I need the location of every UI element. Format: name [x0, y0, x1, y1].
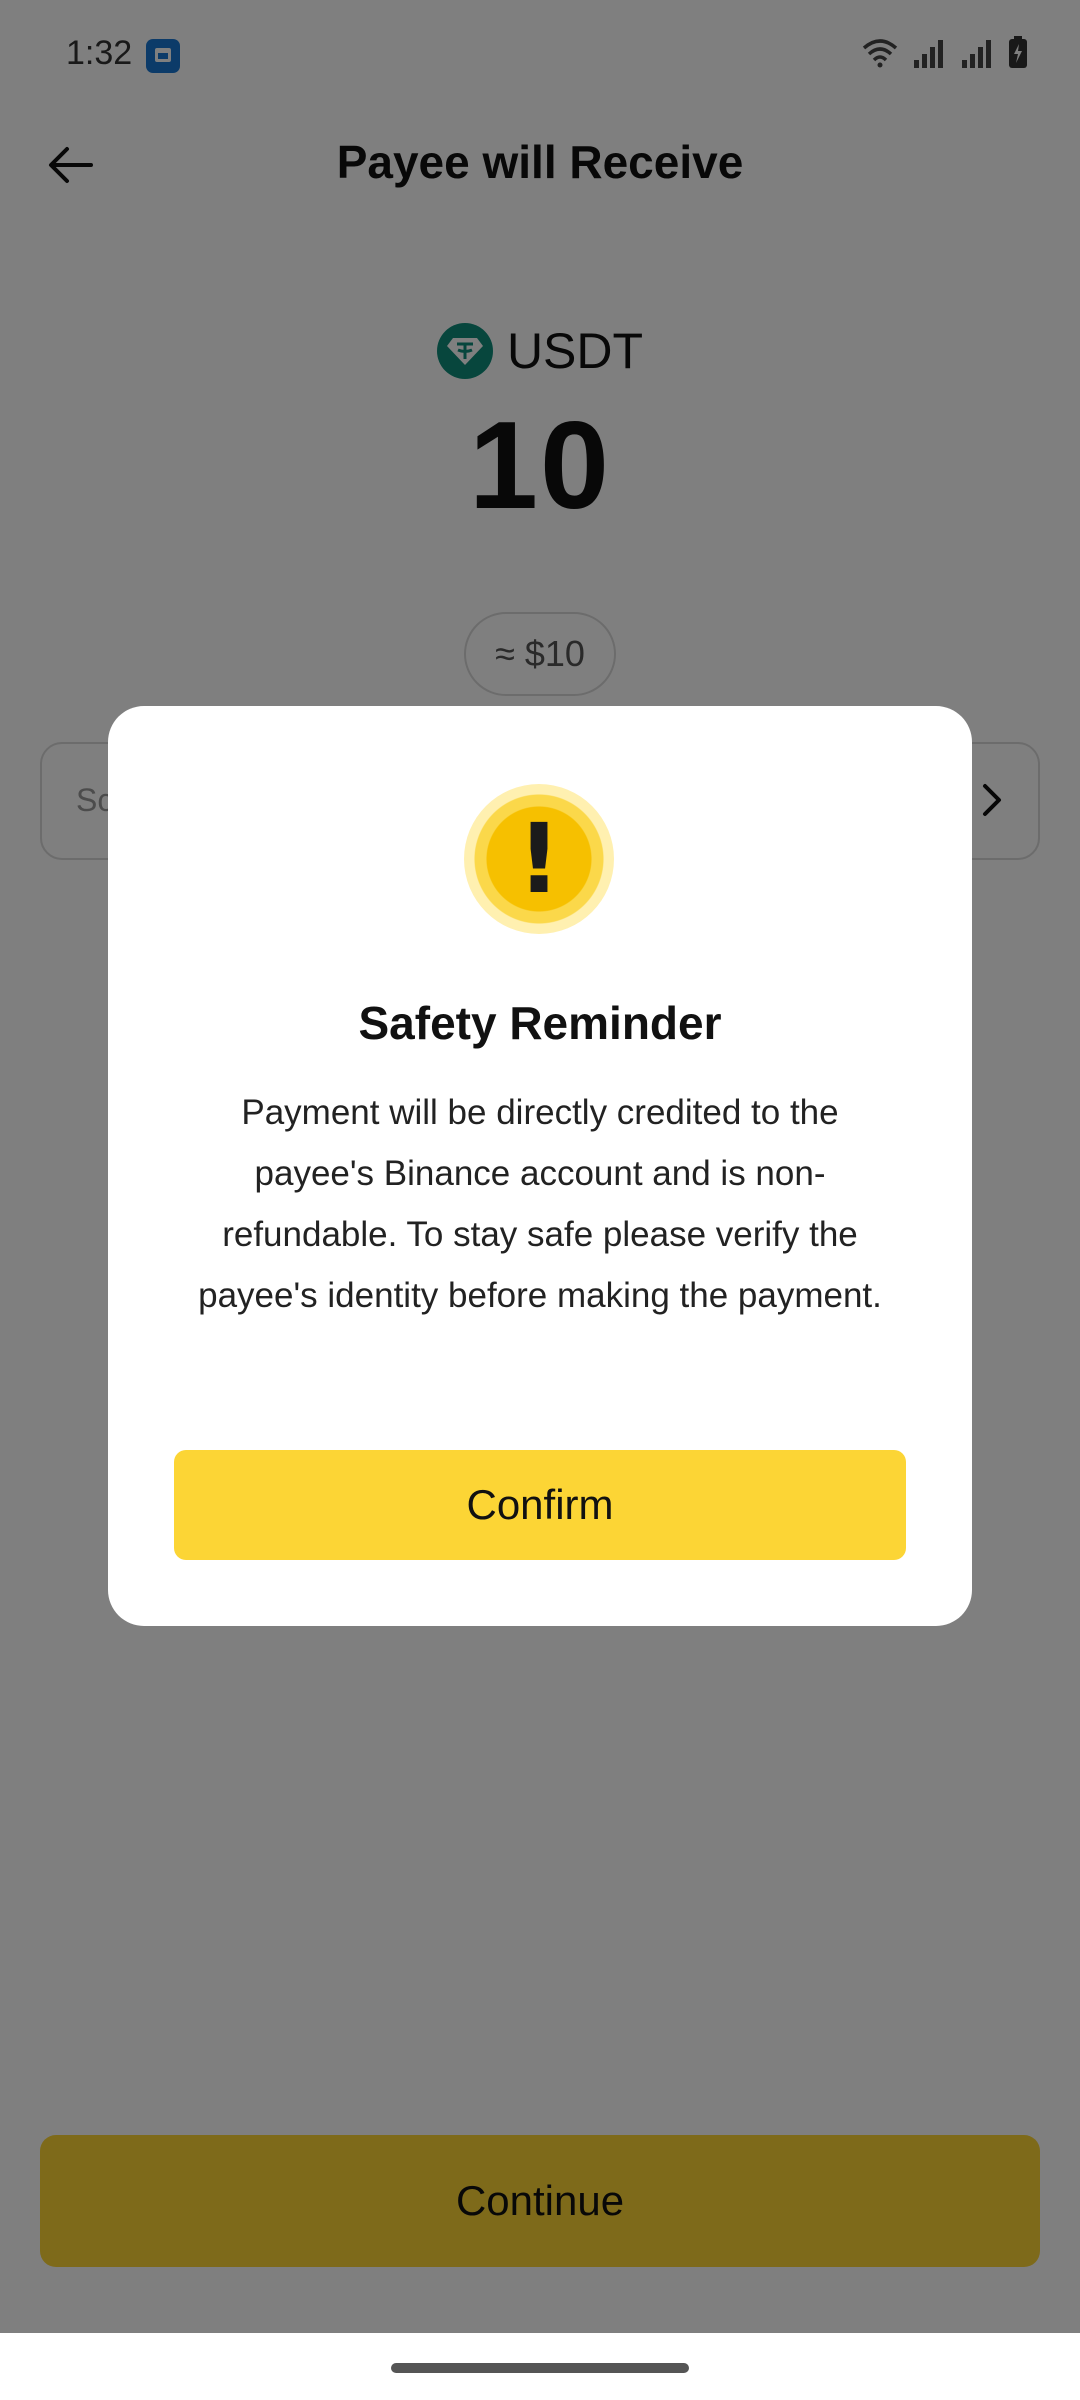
safety-reminder-dialog: ! Safety Reminder Payment will be direct… [108, 706, 972, 1626]
dialog-message: Payment will be directly credited to the… [198, 1093, 882, 1315]
warning-exclamation-icon: ! [464, 784, 614, 934]
payment-screen: 1:32 Payee will Receive [0, 0, 1080, 2333]
dialog-title: Safety Reminder [358, 997, 722, 1049]
confirm-button[interactable]: Confirm [174, 1450, 906, 1560]
system-nav-bar [0, 2333, 1080, 2400]
home-indicator[interactable] [391, 2363, 689, 2373]
